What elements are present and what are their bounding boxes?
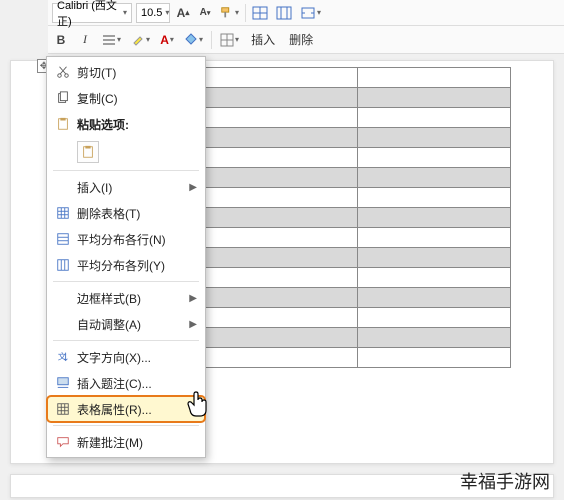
separator bbox=[211, 31, 212, 49]
separator bbox=[53, 170, 199, 171]
chevron-down-icon: ▾ bbox=[123, 8, 127, 17]
copy-icon bbox=[53, 91, 73, 105]
font-size-select[interactable]: 10.5 ▾ bbox=[136, 3, 170, 23]
watermark-text: 幸福手游网 bbox=[460, 468, 550, 494]
menu-delete-table[interactable]: 删除表格(T) bbox=[47, 200, 205, 226]
table-context-menu: 剪切(T) 复制(C) 粘贴选项: 插入(I) ▶ 删除表格(T) 平均分布各行… bbox=[46, 56, 206, 458]
distribute-cols-icon bbox=[53, 258, 73, 272]
chevron-down-icon: ▾ bbox=[317, 8, 321, 17]
decrease-font-button[interactable]: A▾ bbox=[196, 3, 214, 23]
italic-button[interactable]: I bbox=[76, 30, 94, 50]
separator bbox=[53, 281, 199, 282]
menu-paste-option[interactable] bbox=[47, 137, 205, 167]
chevron-right-icon: ▶ bbox=[189, 182, 197, 193]
menu-label: 删除表格(T) bbox=[73, 205, 197, 222]
chevron-down-icon: ▾ bbox=[170, 35, 174, 44]
comment-icon bbox=[53, 435, 73, 449]
menu-border-style[interactable]: 边框样式(B) ▶ bbox=[47, 285, 205, 311]
menu-insert-caption[interactable]: 插入题注(C)... bbox=[47, 370, 205, 396]
separator bbox=[53, 340, 199, 341]
menu-copy[interactable]: 复制(C) bbox=[47, 85, 205, 111]
chevron-down-icon: ▾ bbox=[117, 35, 121, 44]
align-button[interactable]: ▾ bbox=[100, 30, 123, 50]
split-cells-button[interactable] bbox=[274, 3, 294, 23]
cut-icon bbox=[53, 65, 73, 79]
menu-label: 文字方向(X)... bbox=[73, 349, 197, 366]
shading-button[interactable]: ▾ bbox=[182, 30, 205, 50]
autofit-button[interactable]: ▾ bbox=[298, 3, 323, 23]
borders-button[interactable]: ▾ bbox=[218, 30, 241, 50]
bold-button[interactable]: B bbox=[52, 30, 70, 50]
paste-keep-source-icon bbox=[77, 141, 99, 163]
merge-cells-button[interactable] bbox=[250, 3, 270, 23]
menu-autofit[interactable]: 自动调整(A) ▶ bbox=[47, 311, 205, 337]
menu-label: 平均分布各列(Y) bbox=[73, 257, 197, 274]
chevron-down-icon: ▾ bbox=[199, 35, 203, 44]
highlight-button[interactable]: ▾ bbox=[129, 30, 152, 50]
chevron-down-icon: ▾ bbox=[235, 8, 239, 17]
menu-insert[interactable]: 插入(I) ▶ bbox=[47, 174, 205, 200]
menu-label: 剪切(T) bbox=[73, 64, 197, 81]
menu-label: 粘贴选项: bbox=[73, 116, 197, 133]
font-color-button[interactable]: A ▾ bbox=[158, 30, 176, 50]
menu-label: 自动调整(A) bbox=[73, 316, 189, 333]
menu-paste-header: 粘贴选项: bbox=[47, 111, 205, 137]
menu-label: 复制(C) bbox=[73, 90, 197, 107]
menu-label: 边框样式(B) bbox=[73, 290, 189, 307]
font-name-value: Calibri (西文正) bbox=[57, 0, 120, 29]
menu-text-direction[interactable]: 文 文字方向(X)... bbox=[47, 344, 205, 370]
delete-table-icon bbox=[53, 206, 73, 220]
separator bbox=[245, 4, 246, 22]
font-size-value: 10.5 bbox=[141, 7, 162, 19]
text-direction-icon: 文 bbox=[53, 350, 73, 364]
chevron-right-icon: ▶ bbox=[189, 293, 197, 304]
distribute-rows-icon bbox=[53, 232, 73, 246]
menu-cut[interactable]: 剪切(T) bbox=[47, 59, 205, 85]
table-properties-icon bbox=[53, 402, 73, 416]
font-name-select[interactable]: Calibri (西文正) ▾ bbox=[52, 3, 132, 23]
chevron-right-icon: ▶ bbox=[189, 319, 197, 330]
delete-label[interactable]: 删除 bbox=[285, 31, 317, 48]
menu-label: 平均分布各行(N) bbox=[73, 231, 197, 248]
format-painter-button[interactable]: ▾ bbox=[218, 3, 241, 23]
menu-label: 新建批注(M) bbox=[73, 434, 197, 451]
paste-icon bbox=[53, 117, 73, 131]
ribbon-toolbar-row1: Calibri (西文正) ▾ 10.5 ▾ A▴ A▾ ▾ ▾ bbox=[48, 0, 564, 26]
chevron-down-icon: ▾ bbox=[146, 35, 150, 44]
menu-table-properties[interactable]: 表格属性(R)... bbox=[47, 396, 205, 422]
menu-distribute-cols[interactable]: 平均分布各列(Y) bbox=[47, 252, 205, 278]
menu-label: 插入题注(C)... bbox=[73, 375, 197, 392]
separator bbox=[53, 425, 199, 426]
menu-new-comment[interactable]: 新建批注(M) bbox=[47, 429, 205, 455]
caption-icon bbox=[53, 376, 73, 390]
chevron-down-icon: ▾ bbox=[165, 8, 169, 17]
menu-label: 表格属性(R)... bbox=[73, 401, 197, 418]
ribbon-toolbar-row2: B I ▾ ▾ A ▾ ▾ ▾ 插入 删除 bbox=[48, 26, 564, 54]
insert-label[interactable]: 插入 bbox=[247, 31, 279, 48]
chevron-down-icon: ▾ bbox=[235, 35, 239, 44]
increase-font-button[interactable]: A▴ bbox=[174, 3, 192, 23]
menu-label: 插入(I) bbox=[73, 179, 189, 196]
menu-distribute-rows[interactable]: 平均分布各行(N) bbox=[47, 226, 205, 252]
